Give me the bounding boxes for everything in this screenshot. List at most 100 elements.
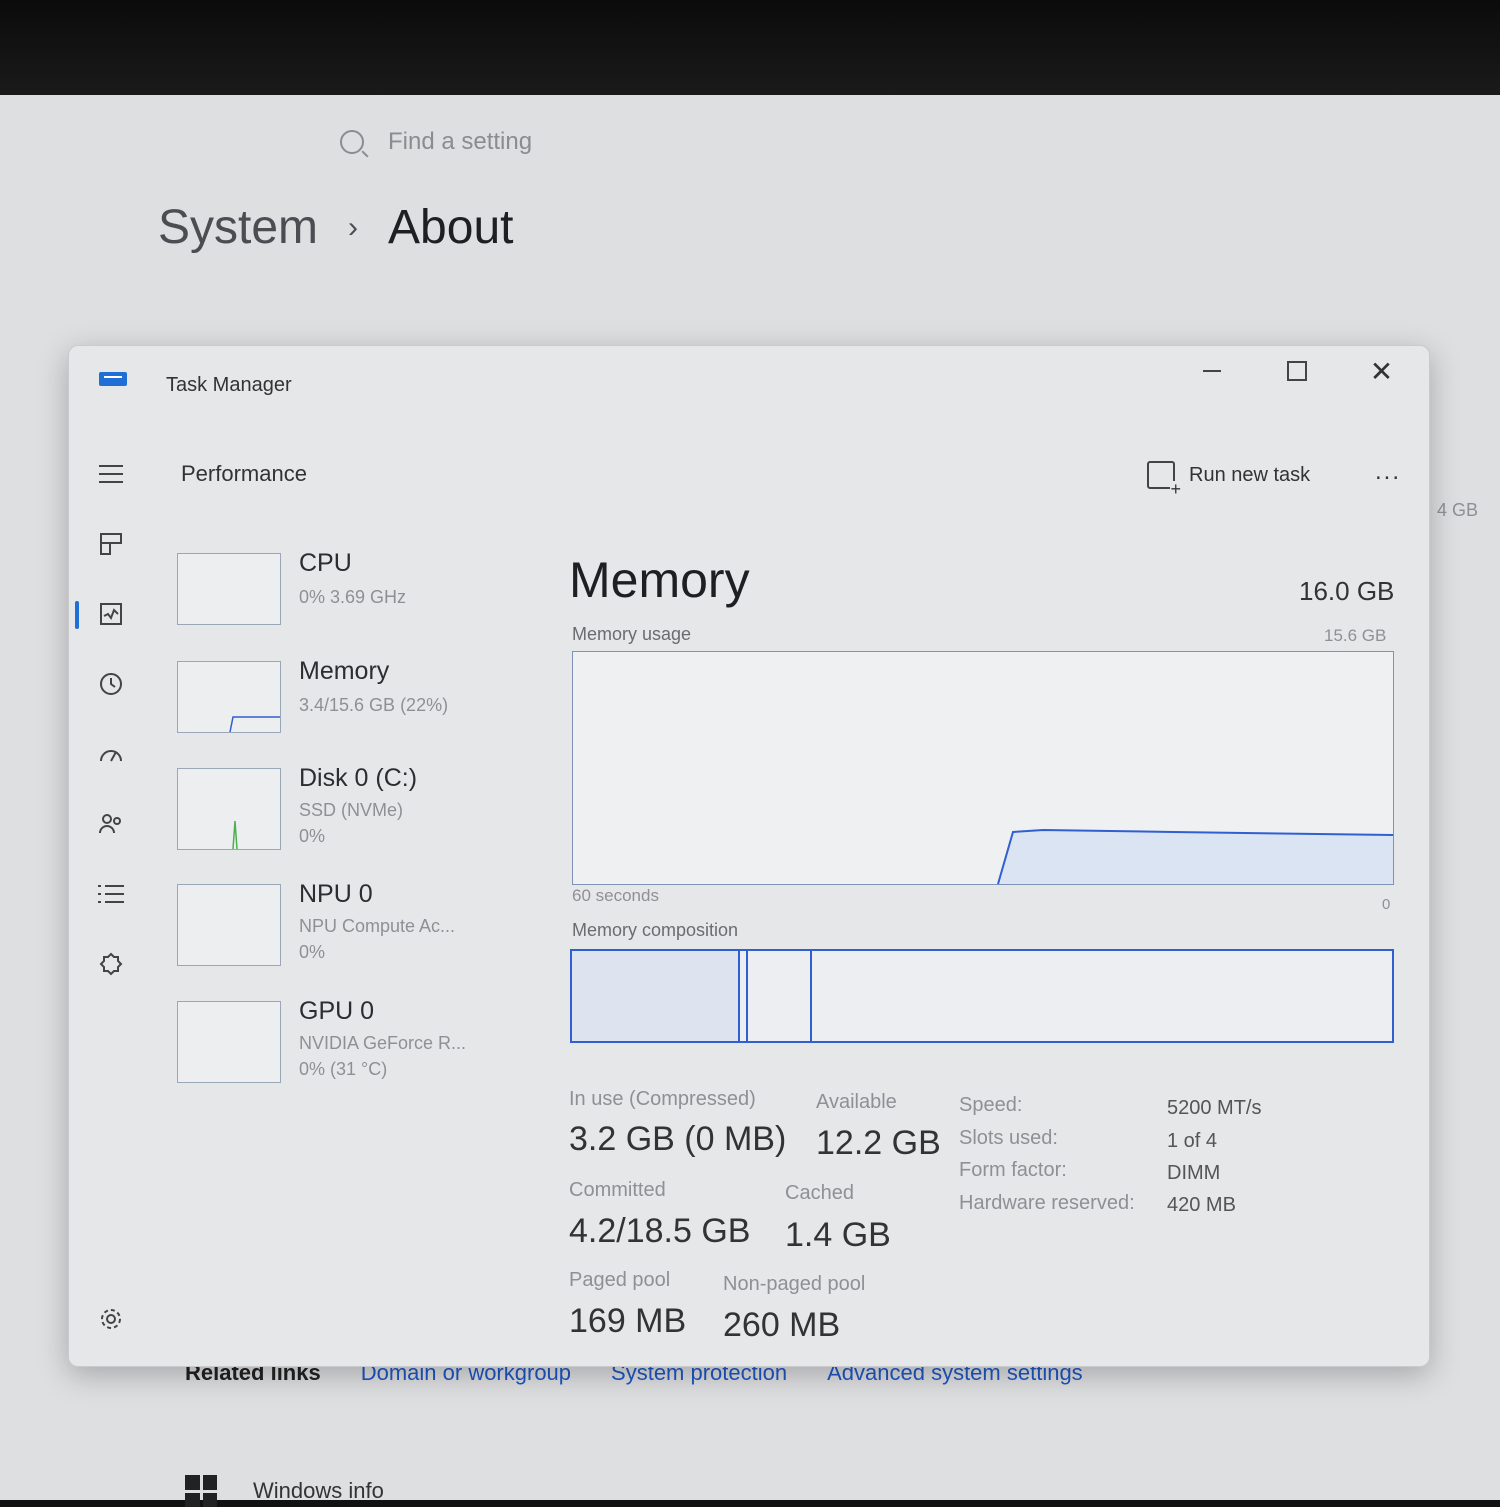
nav-processes[interactable]	[93, 526, 129, 562]
menu-icon	[99, 465, 123, 483]
gpu-thumbnail	[177, 1001, 281, 1083]
form-factor-label: Form factor:	[959, 1159, 1067, 1181]
monitor-bezel	[0, 0, 1500, 100]
nav-active-indicator	[75, 601, 79, 629]
hardware-reserved-value: 420 MB	[1167, 1194, 1236, 1216]
memory-composition-bar	[570, 949, 1394, 1043]
task-manager-nav	[69, 446, 154, 1346]
perf-item-sub2: 0%	[299, 942, 326, 962]
nav-startup-apps[interactable]	[93, 736, 129, 772]
paged-pool-label: Paged pool	[569, 1269, 671, 1291]
processes-icon	[100, 533, 122, 555]
cached-value: 1.4 GB	[785, 1216, 891, 1254]
perf-item-disk[interactable]: Disk 0 (C:) SSD (NVMe) 0%	[177, 764, 537, 853]
memory-total: 16.0 GB	[1299, 576, 1395, 606]
perf-item-sub2: 0%	[299, 826, 326, 846]
composition-standby[interactable]	[748, 951, 812, 1041]
task-manager-titlebar[interactable]: Task Manager ✕	[69, 346, 1429, 426]
perf-item-gpu[interactable]: GPU 0 NVIDIA GeForce R... 0% (31 °C)	[177, 997, 537, 1086]
committed-value: 4.2/18.5 GB	[569, 1212, 751, 1250]
more-options-button[interactable]: ...	[1375, 458, 1401, 486]
memory-composition-label: Memory composition	[572, 920, 739, 940]
close-button[interactable]: ✕	[1354, 351, 1409, 391]
speed-value: 5200 MT/s	[1167, 1097, 1262, 1119]
run-new-task-button[interactable]: Run new task	[1147, 461, 1311, 497]
maximize-icon	[1286, 361, 1307, 381]
memory-usage-graph	[572, 651, 1394, 885]
users-icon	[99, 814, 121, 834]
form-factor-value: DIMM	[1167, 1162, 1221, 1184]
perf-item-name: Memory	[299, 657, 390, 685]
composition-in-use[interactable]	[572, 951, 740, 1041]
performance-icon	[100, 603, 122, 625]
nav-users[interactable]	[93, 806, 129, 842]
available-label: Available	[816, 1091, 897, 1113]
perf-item-sub: NVIDIA GeForce R...	[299, 1033, 467, 1053]
page-title: About	[388, 201, 514, 254]
cpu-thumbnail	[177, 553, 281, 625]
windows-info-label: Windows info	[253, 1478, 384, 1503]
minimize-icon	[1202, 370, 1221, 372]
settings-search-input[interactable]: Find a setting	[388, 128, 532, 156]
perf-item-cpu[interactable]: CPU 0% 3.69 GHz	[177, 549, 537, 638]
memory-thumbnail-graph	[229, 716, 280, 732]
perf-item-sub: NPU Compute Ac...	[299, 916, 456, 936]
graph-time-label: 60 seconds	[572, 886, 659, 905]
hamburger-menu-button[interactable]	[93, 456, 129, 492]
run-new-task-icon	[1147, 461, 1181, 497]
task-manager-app-icon	[99, 372, 127, 386]
perf-item-sub: 0% 3.69 GHz	[299, 587, 407, 607]
cached-label: Cached	[785, 1182, 854, 1204]
slots-used-label: Slots used:	[959, 1127, 1058, 1149]
chevron-right-icon: ›	[348, 210, 359, 244]
run-new-task-label: Run new task	[1189, 463, 1311, 486]
non-paged-pool-label: Non-paged pool	[723, 1273, 866, 1295]
paged-pool-value: 169 MB	[569, 1302, 687, 1340]
maximize-button[interactable]	[1269, 351, 1324, 391]
disk-thumbnail	[177, 768, 281, 850]
perf-item-memory[interactable]: Memory 3.4/15.6 GB (22%)	[177, 657, 537, 746]
nav-services[interactable]	[93, 946, 129, 982]
perf-item-name: CPU	[299, 549, 352, 577]
composition-free[interactable]	[812, 951, 1392, 1041]
details-icon	[98, 885, 124, 903]
close-icon: ✕	[1369, 355, 1394, 387]
perf-item-sub: 3.4/15.6 GB (22%)	[299, 695, 449, 715]
memory-thumbnail	[177, 661, 281, 733]
memory-usage-max: 15.6 GB	[1324, 626, 1387, 645]
committed-label: Committed	[569, 1179, 666, 1201]
settings-spec-cards	[185, 322, 1465, 342]
perf-item-name: Disk 0 (C:)	[299, 764, 418, 792]
available-value: 12.2 GB	[816, 1124, 941, 1162]
section-title: Performance	[181, 461, 307, 486]
search-icon	[340, 130, 364, 154]
speed-label: Speed:	[959, 1094, 1023, 1116]
nav-settings[interactable]	[93, 1301, 129, 1337]
settings-icon	[101, 1309, 121, 1329]
windows-logo-icon	[185, 1475, 217, 1507]
disk-thumbnail-graph	[232, 820, 238, 849]
nav-details[interactable]	[93, 876, 129, 912]
memory-usage-plot	[997, 828, 1394, 885]
settings-partial-text: 4 GB	[1437, 500, 1479, 520]
perf-item-npu[interactable]: NPU 0 NPU Compute Ac... 0%	[177, 880, 537, 969]
window-controls: ✕	[1184, 351, 1409, 391]
task-manager-window: Task Manager ✕ Performance + Run new tas…	[68, 345, 1430, 1367]
perf-item-sub: SSD (NVMe)	[299, 800, 404, 820]
nav-app-history[interactable]	[93, 666, 129, 702]
perf-item-sub2: 0% (31 °C)	[299, 1059, 388, 1079]
composition-modified[interactable]	[740, 951, 748, 1041]
startup-apps-icon	[100, 750, 122, 762]
memory-usage-label: Memory usage	[572, 624, 692, 644]
minimize-button[interactable]	[1184, 351, 1239, 391]
services-icon	[99, 952, 123, 976]
windows-info-section[interactable]: Windows info	[185, 1475, 384, 1507]
breadcrumb-system[interactable]: System	[158, 200, 318, 255]
memory-title: Memory	[569, 552, 750, 608]
nav-performance[interactable]	[93, 596, 129, 632]
hardware-reserved-label: Hardware reserved:	[959, 1192, 1135, 1214]
app-history-icon	[100, 673, 122, 695]
settings-search[interactable]: Find a setting	[340, 128, 532, 156]
perf-item-name: NPU 0	[299, 880, 373, 908]
in-use-label: In use (Compressed)	[569, 1088, 756, 1110]
